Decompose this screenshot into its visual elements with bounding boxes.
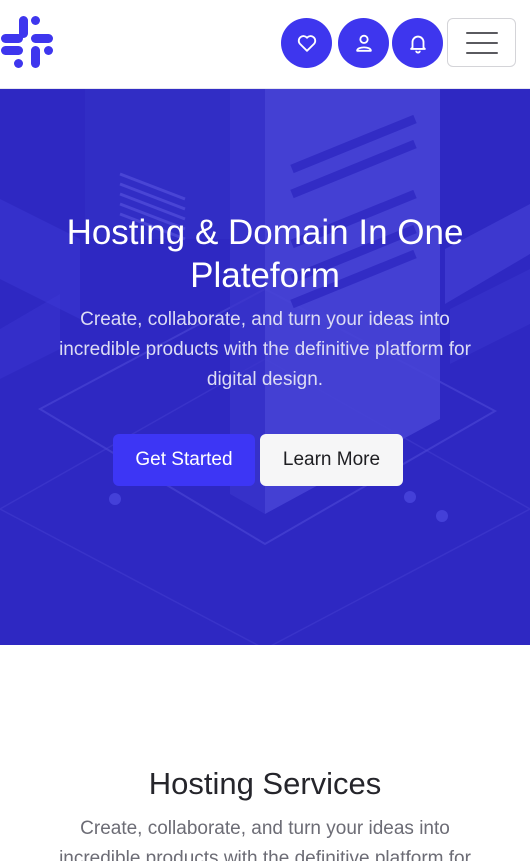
bell-icon xyxy=(409,35,426,54)
notifications-button[interactable] xyxy=(392,18,443,68)
hamburger-icon-bar xyxy=(465,51,498,54)
hamburger-icon-bar xyxy=(465,41,498,44)
hero-section: Hosting & Domain In One Plateform Create… xyxy=(0,89,530,645)
hero-title: Hosting & Domain In One Plateform xyxy=(20,211,510,297)
user-icon xyxy=(355,34,372,52)
menu-toggle-button[interactable] xyxy=(447,18,516,67)
hero-title-line-2: Plateform xyxy=(190,256,340,295)
hero-subtitle: Create, collaborate, and turn your ideas… xyxy=(59,309,471,390)
logo-icon[interactable] xyxy=(0,15,54,69)
hero-title-line-1: Hosting & Domain In One xyxy=(66,213,464,252)
account-button[interactable] xyxy=(338,18,389,68)
learn-more-button[interactable]: Learn More xyxy=(260,434,403,486)
site-header xyxy=(0,0,530,89)
wishlist-button[interactable] xyxy=(281,18,332,68)
hamburger-icon-bar xyxy=(465,31,498,34)
services-title: Hosting Services xyxy=(148,766,382,801)
heart-icon xyxy=(297,35,316,52)
services-subtitle: Create, collaborate, and turn your ideas… xyxy=(59,818,471,861)
get-started-button[interactable]: Get Started xyxy=(113,434,255,486)
